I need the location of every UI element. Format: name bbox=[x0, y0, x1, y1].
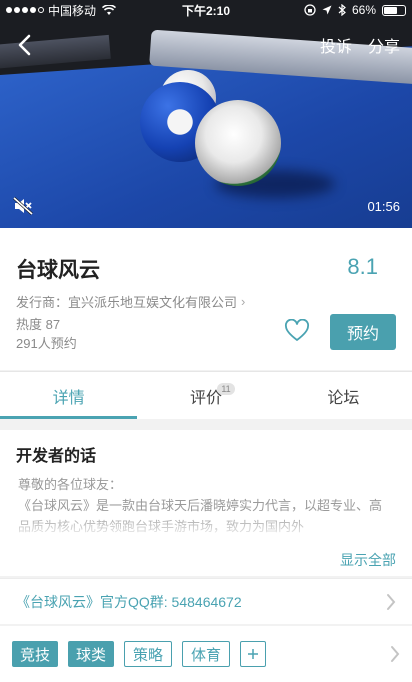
review-count-badge: 11 bbox=[217, 383, 235, 395]
battery-icon bbox=[382, 4, 406, 16]
share-button[interactable]: 分享 bbox=[368, 33, 400, 57]
chevron-right-icon bbox=[391, 646, 400, 662]
tab-reviews[interactable]: 评价 11 bbox=[137, 372, 274, 419]
publisher-name: 发行商：宜兴派乐地互娱文化有限公司 bbox=[16, 295, 238, 310]
status-bar: 中国移动 下午2:10 66% bbox=[0, 0, 412, 20]
tab-label: 详情 bbox=[52, 389, 85, 407]
tag-competitive[interactable]: 竞技 bbox=[12, 641, 59, 667]
back-button[interactable] bbox=[12, 32, 38, 58]
tab-details[interactable]: 详情 bbox=[0, 372, 138, 419]
game-info-card: 台球风云 8.1 发行商：宜兴派乐地互娱文化有限公司 › 热度 87 291人预… bbox=[0, 228, 412, 370]
developer-notes-card: 开发者的话 尊敬的各位球友： 《台球风云》是一款由台球天后潘晓婷实力代言，以超专… bbox=[0, 430, 412, 576]
developer-notes-heading: 开发者的话 bbox=[16, 448, 97, 465]
chevron-left-icon bbox=[18, 34, 31, 56]
game-score: 8.1 bbox=[347, 254, 378, 279]
chevron-right-icon bbox=[387, 593, 396, 610]
developer-greeting: 尊敬的各位球友： bbox=[18, 477, 123, 492]
qq-group-row[interactable]: 《台球风云》官方QQ群: 548464672 bbox=[0, 578, 412, 624]
tab-label: 论坛 bbox=[327, 389, 360, 407]
mute-icon[interactable] bbox=[12, 196, 34, 216]
publisher-link[interactable]: 发行商：宜兴派乐地互娱文化有限公司 › bbox=[16, 292, 245, 311]
text-fade bbox=[0, 514, 412, 540]
tag-sports[interactable]: 体育 bbox=[182, 641, 231, 667]
qq-group-text: 《台球风云》官方QQ群: 548464672 bbox=[16, 593, 242, 610]
reserve-button[interactable]: 预约 bbox=[330, 314, 396, 350]
green-ball bbox=[195, 100, 281, 186]
game-title: 台球风云 bbox=[16, 259, 100, 282]
plus-icon bbox=[248, 649, 259, 659]
reservation-count: 291人预约 bbox=[16, 336, 77, 351]
show-all-link[interactable]: 显示全部 bbox=[340, 550, 396, 570]
top-bar: 投诉 分享 bbox=[0, 28, 412, 62]
tag-row: 竞技 球类 策略 体育 bbox=[0, 626, 412, 682]
tag-ball-games[interactable]: 球类 bbox=[68, 641, 115, 667]
heat-count: 热度 87 bbox=[16, 317, 61, 332]
video-duration: 01:56 bbox=[367, 199, 400, 214]
tag-strategy[interactable]: 策略 bbox=[124, 641, 173, 667]
add-tag-button[interactable] bbox=[240, 641, 267, 667]
favorite-heart-icon[interactable] bbox=[284, 319, 310, 343]
tab-bar: 详情 评价 11 论坛 bbox=[0, 371, 412, 419]
video-player[interactable]: 中国移动 下午2:10 66% 投诉 分享 01:56 bbox=[0, 0, 412, 228]
tab-forum[interactable]: 论坛 bbox=[275, 372, 412, 419]
chevron-right-icon: › bbox=[241, 294, 246, 309]
complaint-button[interactable]: 投诉 bbox=[320, 33, 352, 57]
clock: 下午2:10 bbox=[181, 3, 231, 18]
